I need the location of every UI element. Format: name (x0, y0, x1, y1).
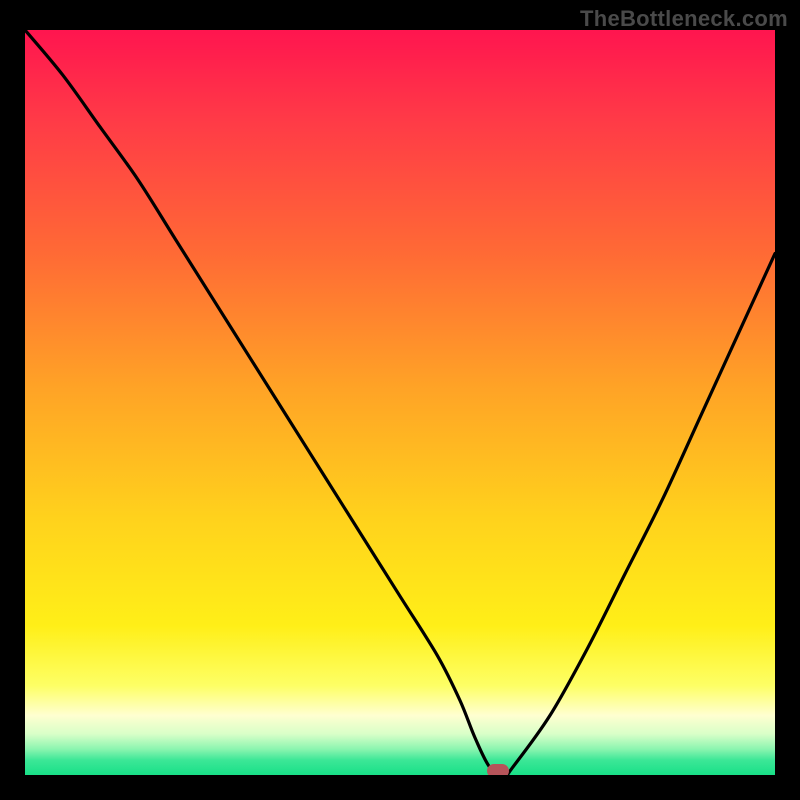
plot-area (25, 30, 775, 775)
watermark-text: TheBottleneck.com (580, 6, 788, 32)
optimum-marker (487, 764, 509, 775)
chart-frame: TheBottleneck.com (0, 0, 800, 800)
bottleneck-curve (25, 30, 775, 775)
